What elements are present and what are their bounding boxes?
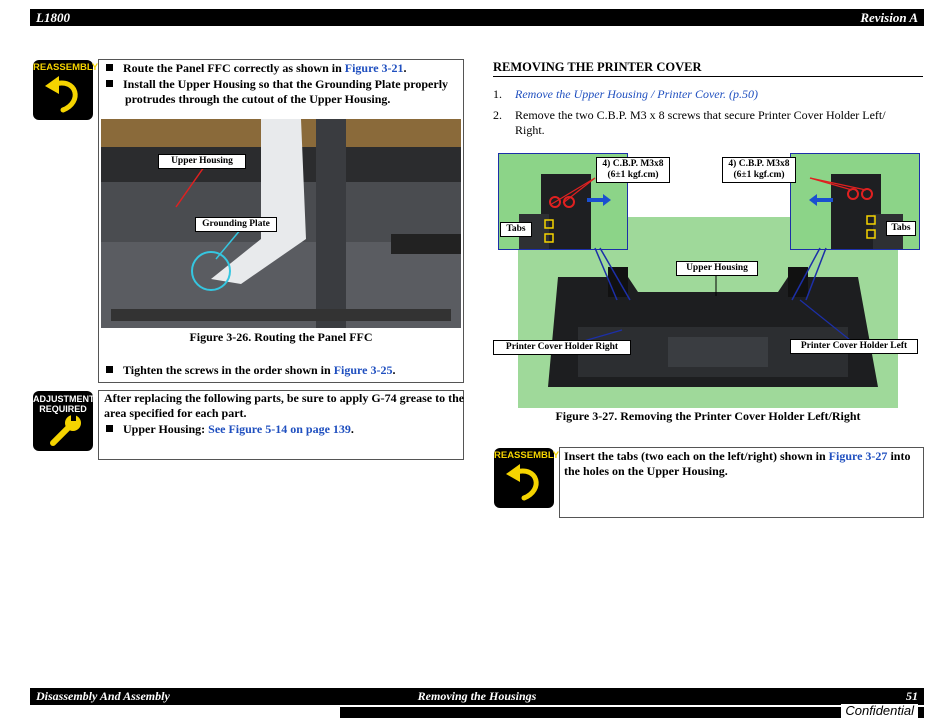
wrench-icon xyxy=(50,415,81,446)
model-name: L1800 xyxy=(36,10,70,25)
adjustment-required-badge: ADJUSTMENT REQUIRED xyxy=(33,391,95,451)
reassembly-badge: REASSEMBLY xyxy=(33,60,98,120)
step-2-text-cont: Right. xyxy=(515,123,545,137)
confidential-label: Confidential xyxy=(841,704,918,718)
step-2-text: Remove the two C.B.P. M3 x 8 screws that… xyxy=(515,108,886,122)
bullet-route-ffc: Route the Panel FFC correctly as shown i… xyxy=(106,61,407,76)
page-header: L1800 Revision A xyxy=(30,9,924,26)
figure-3-27-caption: Figure 3-27. Removing the Printer Cover … xyxy=(555,409,861,423)
callout-holder-left: Printer Cover Holder Left xyxy=(790,339,918,354)
callout-grounding-plate: Grounding Plate xyxy=(195,217,277,232)
callout-screw-right: 4) C.B.P. M3x8 (6±1 kgf.cm) xyxy=(722,157,796,183)
step-1-link[interactable]: Remove the Upper Housing / Printer Cover… xyxy=(515,87,758,102)
figure-3-26-photo xyxy=(101,119,461,328)
return-arrow-icon xyxy=(45,76,78,113)
callout-upper-housing-fig: Upper Housing xyxy=(676,261,758,276)
callout-tabs-left: Tabs xyxy=(500,222,532,237)
bullet-upper-housing-grease: Upper Housing: See Figure 5-14 on page 1… xyxy=(106,422,354,437)
page-footer: Disassembly And Assembly Removing the Ho… xyxy=(30,688,924,705)
revision-label: Revision A xyxy=(860,10,918,25)
section-divider xyxy=(493,76,923,77)
bullet-install-upper-housing: Install the Upper Housing so that the Gr… xyxy=(106,77,448,92)
figure-3-25-link[interactable]: Figure 3-25 xyxy=(334,363,393,377)
figure-5-14-link[interactable]: See Figure 5-14 on page 139 xyxy=(208,422,351,436)
confidential-strip xyxy=(340,707,924,718)
figure-3-26-caption: Figure 3-26. Routing the Panel FFC xyxy=(189,330,373,344)
reassembly-note-right-line1: Insert the tabs (two each on the left/ri… xyxy=(564,449,911,463)
figure-3-27-link[interactable]: Figure 3-27 xyxy=(829,449,888,463)
callout-upper-housing: Upper Housing xyxy=(158,154,246,169)
return-arrow-icon xyxy=(506,464,539,501)
reassembly-badge-right: REASSEMBLY xyxy=(494,448,559,508)
section-title: REMOVING THE PRINTER COVER xyxy=(493,60,702,74)
bullet-tighten-screws: Tighten the screws in the order shown in… xyxy=(106,363,395,378)
callout-screw-left: 4) C.B.P. M3x8 (6±1 kgf.cm) xyxy=(596,157,670,183)
step-1-number: 1. xyxy=(493,87,502,101)
adjustment-text-1: After replacing the following parts, be … xyxy=(104,391,465,405)
bullet-install-upper-housing-cont: protrudes through the cutout of the Uppe… xyxy=(125,92,391,106)
callout-holder-right: Printer Cover Holder Right xyxy=(493,340,631,355)
adjustment-text-2: area specified for each part. xyxy=(104,406,247,420)
reassembly-note-right-line2: the holes on the Upper Housing. xyxy=(564,464,728,478)
figure-3-21-link[interactable]: Figure 3-21 xyxy=(345,61,404,75)
section-name: Removing the Housings xyxy=(417,689,537,703)
callout-tabs-right: Tabs xyxy=(886,221,916,236)
step-2-number: 2. xyxy=(493,108,502,122)
callout-lines xyxy=(175,166,242,260)
